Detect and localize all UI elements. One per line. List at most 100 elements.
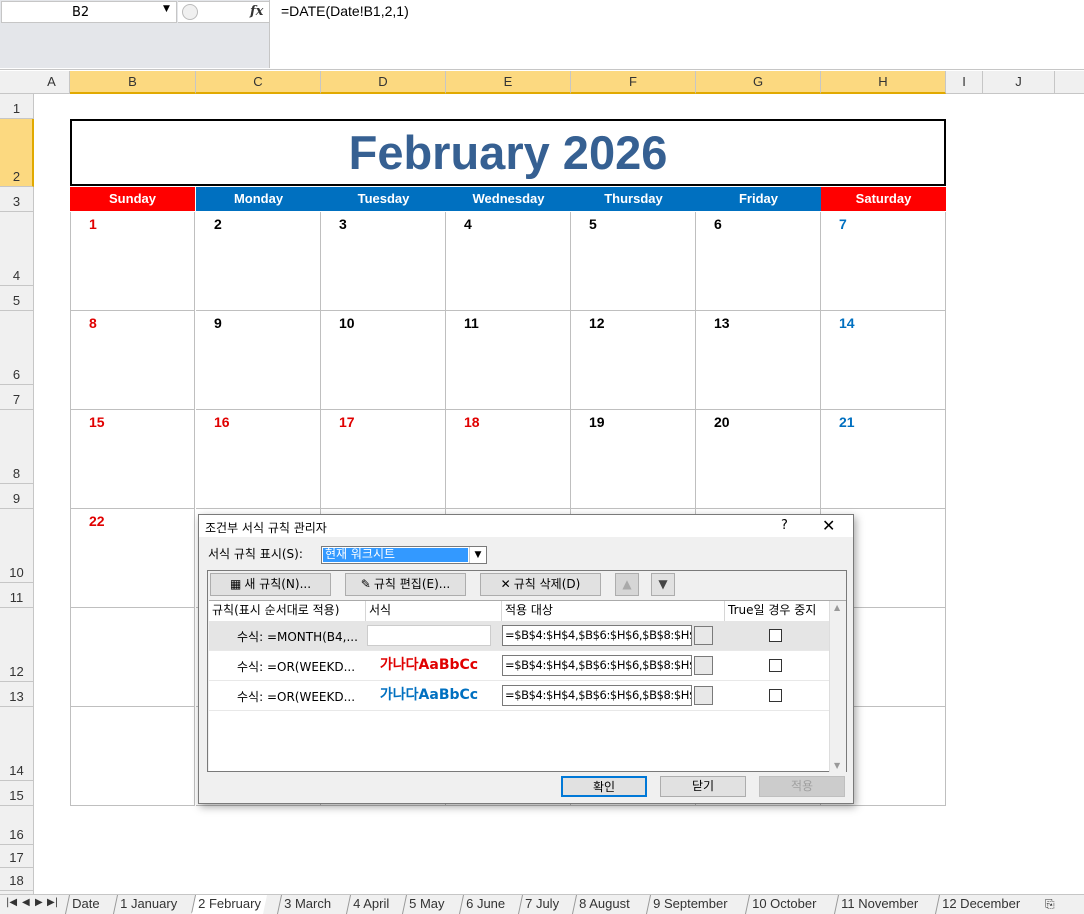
row-header-12[interactable]: 12: [0, 608, 34, 682]
day-cell[interactable]: 21: [821, 410, 946, 509]
column-header-f[interactable]: F: [571, 71, 696, 94]
name-box-dropdown-icon[interactable]: ▼: [163, 4, 170, 14]
weekday-header-thursday[interactable]: Thursday: [571, 187, 696, 211]
stop-if-true-checkbox[interactable]: [769, 629, 782, 642]
sheet-tab-2[interactable]: 2 February: [190, 895, 267, 914]
column-header-e[interactable]: E: [446, 71, 571, 94]
edit-rule-button[interactable]: ✎ 규칙 편집(E)...: [345, 573, 466, 596]
row-header-6[interactable]: 6: [0, 311, 34, 385]
day-cell[interactable]: 10: [321, 311, 446, 410]
sheet-tab-9[interactable]: 9 September: [645, 895, 734, 914]
day-cell[interactable]: 4: [446, 212, 571, 311]
sheet-tab-3[interactable]: 3 March: [276, 895, 337, 914]
column-header-a[interactable]: A: [34, 71, 70, 94]
column-header-j[interactable]: J: [983, 71, 1055, 94]
range-selector-icon[interactable]: [694, 656, 713, 675]
range-selector-icon[interactable]: [694, 626, 713, 645]
applies-to-input[interactable]: =$B$4:$H$4,$B$6:$H$6,$B$8:$H$8: [502, 625, 692, 646]
weekday-header-monday[interactable]: Monday: [196, 187, 321, 211]
help-icon[interactable]: ?: [781, 518, 788, 533]
day-cell[interactable]: 7: [821, 212, 946, 311]
row-header-9[interactable]: 9: [0, 484, 34, 509]
day-cell[interactable]: 15: [70, 410, 195, 509]
formula-options-icon[interactable]: [182, 4, 198, 20]
row-header-4[interactable]: 4: [0, 212, 34, 286]
day-cell[interactable]: 16: [196, 410, 321, 509]
row-header-16[interactable]: 16: [0, 806, 34, 845]
move-down-button[interactable]: ▼: [651, 573, 675, 596]
sheet-tab-7[interactable]: 7 July: [517, 895, 565, 914]
row-header-3[interactable]: 3: [0, 187, 34, 212]
row-header-13[interactable]: 13: [0, 682, 34, 707]
row-header-18[interactable]: 18: [0, 868, 34, 891]
day-cell[interactable]: 12: [571, 311, 696, 410]
column-header-d[interactable]: D: [321, 71, 446, 94]
insert-function-icon[interactable]: fx: [250, 4, 263, 19]
column-header-g[interactable]: G: [696, 71, 821, 94]
day-cell[interactable]: 18: [446, 410, 571, 509]
day-cell[interactable]: 13: [696, 311, 821, 410]
row-header-8[interactable]: 8: [0, 410, 34, 484]
row-header-14[interactable]: 14: [0, 707, 34, 781]
next-sheet-icon[interactable]: ▶: [35, 897, 43, 908]
day-cell[interactable]: 22: [70, 509, 195, 608]
rule-row[interactable]: 수식: =OR(WEEKD... 가나다AaBbCc =$B$4:$H$4,$B$6…: [209, 651, 829, 681]
day-cell[interactable]: 2: [196, 212, 321, 311]
close-icon[interactable]: ✕: [822, 516, 835, 535]
day-cell[interactable]: 14: [821, 311, 946, 410]
scroll-up-icon[interactable]: ▲: [834, 603, 840, 612]
column-header-h[interactable]: H: [821, 71, 946, 94]
row-header-5[interactable]: 5: [0, 286, 34, 311]
apply-button[interactable]: 적용: [759, 776, 845, 797]
sheet-tab-5[interactable]: 5 May: [401, 895, 451, 914]
weekday-header-friday[interactable]: Friday: [696, 187, 821, 211]
sheet-tab-12[interactable]: 12 December: [934, 895, 1027, 914]
weekday-header-sunday[interactable]: Sunday: [70, 187, 195, 211]
row-header-1[interactable]: 1: [0, 94, 34, 119]
move-up-button[interactable]: ▲: [615, 573, 639, 596]
day-cell[interactable]: 3: [321, 212, 446, 311]
row-header-10[interactable]: 10: [0, 509, 34, 583]
first-sheet-icon[interactable]: |◀: [6, 897, 17, 908]
weekday-header-tuesday[interactable]: Tuesday: [321, 187, 446, 211]
range-selector-icon[interactable]: [694, 686, 713, 705]
day-cell[interactable]: [70, 707, 195, 806]
row-header-15[interactable]: 15: [0, 781, 34, 806]
chevron-down-icon[interactable]: ▼: [469, 547, 486, 563]
day-cell[interactable]: 8: [70, 311, 195, 410]
new-rule-button[interactable]: ▦ 새 규칙(N)...: [210, 573, 331, 596]
column-header-c[interactable]: C: [196, 71, 321, 94]
sheet-tab-11[interactable]: 11 November: [833, 895, 925, 914]
sheet-tab-1[interactable]: 1 January: [112, 895, 184, 914]
sheet-tab-8[interactable]: 8 August: [571, 895, 636, 914]
formula-input[interactable]: =DATE(Date!B1,2,1): [281, 3, 409, 19]
name-box[interactable]: B2: [1, 1, 177, 23]
applies-to-input[interactable]: =$B$4:$H$4,$B$6:$H$6,$B$8:$H$8: [502, 685, 692, 706]
weekday-header-wednesday[interactable]: Wednesday: [446, 187, 571, 211]
row-header-17[interactable]: 17: [0, 845, 34, 868]
close-button[interactable]: 닫기: [660, 776, 746, 797]
day-cell[interactable]: 9: [196, 311, 321, 410]
applies-to-input[interactable]: =$B$4:$H$4,$B$6:$H$6,$B$8:$H$8: [502, 655, 692, 676]
weekday-header-saturday[interactable]: Saturday: [821, 187, 946, 211]
day-cell[interactable]: 6: [696, 212, 821, 311]
stop-if-true-checkbox[interactable]: [769, 689, 782, 702]
sheet-tab-date[interactable]: Date: [64, 895, 106, 914]
row-header-7[interactable]: 7: [0, 385, 34, 410]
rule-row[interactable]: 수식: =MONTH(B4,... =$B$4:$H$4,$B$6:$H$6,$B…: [209, 621, 829, 651]
day-cell[interactable]: 5: [571, 212, 696, 311]
day-cell[interactable]: 17: [321, 410, 446, 509]
rule-row[interactable]: 수식: =OR(WEEKD... 가나다AaBbCc =$B$4:$H$4,$B$6…: [209, 681, 829, 711]
last-sheet-icon[interactable]: ▶|: [47, 897, 58, 908]
column-header-i[interactable]: I: [946, 71, 983, 94]
rules-scrollbar[interactable]: ▲ ▼: [829, 601, 846, 772]
calendar-title-cell[interactable]: February 2026: [70, 119, 946, 186]
insert-sheet-icon[interactable]: ⎘: [1045, 897, 1055, 912]
sheet-tab-4[interactable]: 4 April: [345, 895, 396, 914]
day-cell[interactable]: 20: [696, 410, 821, 509]
show-rules-select[interactable]: 현재 워크시트 ▼: [321, 546, 487, 564]
row-header-11[interactable]: 11: [0, 583, 34, 608]
day-cell[interactable]: 19: [571, 410, 696, 509]
day-cell[interactable]: [70, 608, 195, 707]
sheet-tab-6[interactable]: 6 June: [458, 895, 512, 914]
